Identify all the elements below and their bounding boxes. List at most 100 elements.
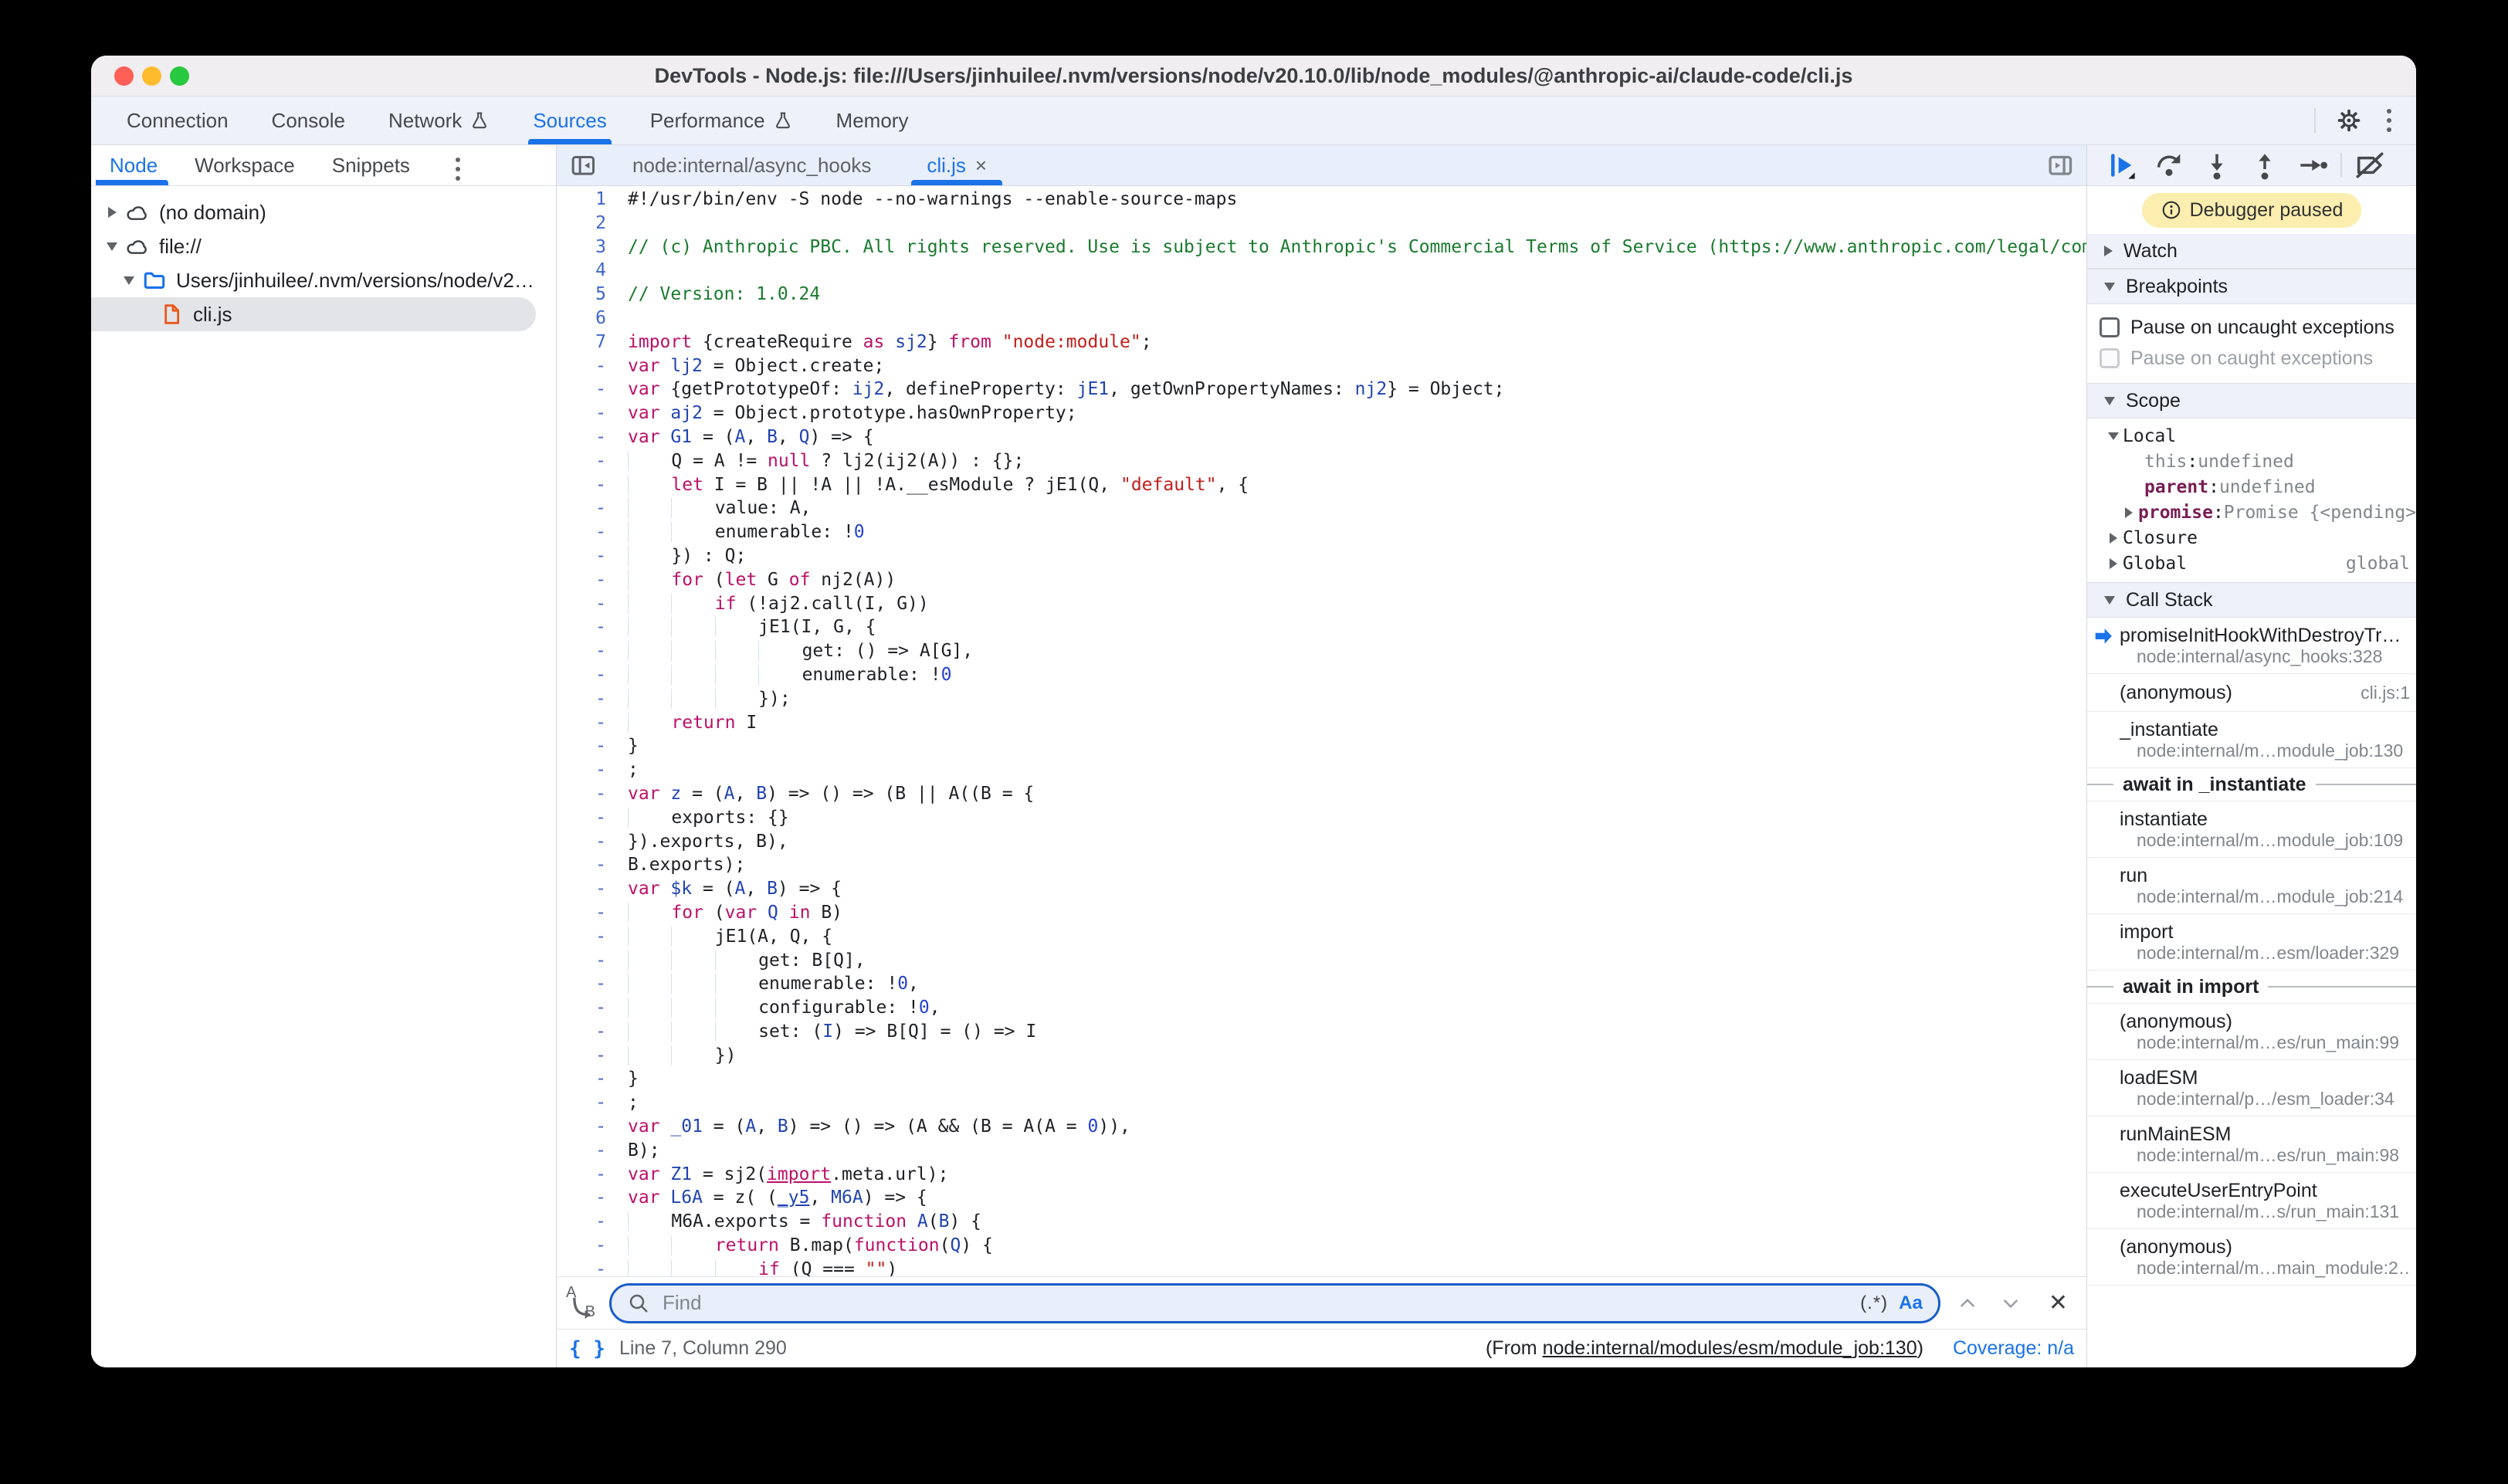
breakpoints-section-header[interactable]: Breakpoints [2087, 269, 2416, 304]
line-gutter[interactable]: - [557, 496, 628, 520]
zoom-window-button[interactable] [170, 66, 189, 86]
checkbox[interactable] [2100, 317, 2120, 337]
coverage-link[interactable]: Coverage: n/a [1953, 1337, 2074, 1360]
settings-gear-icon[interactable] [2336, 107, 2362, 134]
call-stack-frame[interactable]: instantiatenode:internal/m…module_job:10… [2087, 801, 2416, 858]
line-gutter[interactable]: - [557, 663, 628, 687]
collapsed-triangle-icon[interactable] [2104, 533, 2123, 544]
minimize-window-button[interactable] [142, 66, 161, 86]
line-gutter[interactable]: - [557, 853, 628, 877]
breakpoint-toggle-row[interactable]: Pause on caught exceptions [2087, 343, 2416, 374]
toolbar-tab-sources[interactable]: Sources [511, 97, 628, 144]
deactivate-breakpoints-icon[interactable] [2350, 148, 2390, 182]
tree-item-users-jinhuilee-nvm-versions-node-v2-[interactable]: Users/jinhuilee/.nvm/versions/node/v2… [91, 263, 556, 297]
line-gutter[interactable]: - [557, 830, 628, 854]
expanded-triangle-icon[interactable] [2104, 432, 2123, 440]
sidebar-tab-snippets[interactable]: Snippets [314, 145, 429, 185]
scope-row[interactable]: Globalglobal [2087, 551, 2416, 576]
line-gutter[interactable]: - [557, 639, 628, 663]
line-gutter[interactable]: - [557, 520, 628, 544]
line-gutter[interactable]: 2 [557, 212, 628, 235]
line-gutter[interactable]: - [557, 1186, 628, 1210]
line-gutter[interactable]: - [557, 949, 628, 973]
scope-row[interactable]: this: undefined [2087, 449, 2416, 474]
call-stack-frame[interactable]: (anonymous)node:internal/m…main_module:2… [2087, 1229, 2416, 1286]
line-gutter[interactable]: - [557, 378, 628, 401]
toolbar-tab-network[interactable]: Network [367, 97, 511, 144]
call-stack-frame[interactable]: executeUserEntryPointnode:internal/m…s/r… [2087, 1173, 2416, 1229]
collapsed-triangle-icon[interactable] [2104, 558, 2123, 569]
more-tabs-icon[interactable] [451, 153, 465, 185]
line-gutter[interactable]: 5 [557, 283, 628, 307]
line-gutter[interactable]: - [557, 734, 628, 758]
replace-toggle-icon[interactable]: AB [564, 1286, 598, 1321]
tree-item--no-domain-[interactable]: (no domain) [91, 195, 556, 229]
line-gutter[interactable]: - [557, 354, 628, 378]
call-stack-frame[interactable]: _instantiatenode:internal/m…module_job:1… [2087, 712, 2416, 768]
pretty-print-icon[interactable]: { } [569, 1337, 605, 1360]
line-gutter[interactable]: - [557, 1091, 628, 1115]
source-code-view[interactable]: 1#!/usr/bin/env -S node --no-warnings --… [557, 186, 2086, 1276]
find-previous-icon[interactable] [1951, 1293, 1984, 1313]
line-gutter[interactable]: 7 [557, 330, 628, 354]
line-gutter[interactable]: - [557, 972, 628, 996]
call-stack-frame[interactable]: (anonymous)node:internal/m…es/run_main:9… [2087, 1004, 2416, 1060]
call-stack-frame[interactable]: loadESMnode:internal/p…/esm_loader:34 [2087, 1060, 2416, 1116]
scope-row[interactable]: parent: undefined [2087, 474, 2416, 500]
close-tab-icon[interactable]: × [975, 154, 987, 178]
line-gutter[interactable]: - [557, 449, 628, 473]
watch-section-header[interactable]: Watch [2087, 234, 2416, 269]
line-gutter[interactable]: - [557, 544, 628, 568]
line-gutter[interactable]: - [557, 782, 628, 806]
line-gutter[interactable]: - [557, 1258, 628, 1276]
call-stack-frame[interactable]: runnode:internal/m…module_job:214 [2087, 858, 2416, 914]
find-input[interactable] [661, 1290, 1849, 1316]
find-next-icon[interactable] [1995, 1293, 2027, 1313]
match-case-toggle-button[interactable]: Aa [1899, 1293, 1923, 1314]
line-gutter[interactable]: - [557, 615, 628, 639]
step-out-icon[interactable] [2245, 148, 2285, 182]
line-gutter[interactable]: 6 [557, 307, 628, 330]
line-gutter[interactable]: - [557, 425, 628, 449]
step-into-icon[interactable] [2197, 148, 2237, 182]
regex-toggle-button[interactable]: (.*) [1860, 1293, 1888, 1314]
step-icon[interactable] [2293, 148, 2333, 182]
line-gutter[interactable]: - [557, 758, 628, 782]
toolbar-tab-connection[interactable]: Connection [105, 97, 250, 144]
scope-row[interactable]: Local [2087, 423, 2416, 449]
call-stack-section-header[interactable]: Call Stack [2087, 582, 2416, 618]
step-over-icon[interactable] [2149, 148, 2189, 182]
checkbox[interactable] [2100, 348, 2120, 368]
call-stack-frame[interactable]: runMainESMnode:internal/m…es/run_main:98 [2087, 1116, 2416, 1173]
line-gutter[interactable]: - [557, 711, 628, 735]
resume-script-icon[interactable] [2101, 148, 2141, 182]
line-gutter[interactable]: - [557, 592, 628, 616]
line-gutter[interactable]: - [557, 1139, 628, 1163]
breakpoint-toggle-row[interactable]: Pause on uncaught exceptions [2087, 312, 2416, 343]
expanded-triangle-icon[interactable] [102, 242, 122, 251]
line-gutter[interactable]: - [557, 1044, 628, 1068]
toggle-navigator-icon[interactable] [557, 145, 609, 185]
sidebar-tab-workspace[interactable]: Workspace [176, 145, 314, 185]
call-stack-frame[interactable]: (anonymous)cli.js:1 [2087, 674, 2416, 712]
line-gutter[interactable]: - [557, 1234, 628, 1258]
line-gutter[interactable]: - [557, 568, 628, 592]
line-gutter[interactable]: - [557, 806, 628, 830]
line-gutter[interactable]: - [557, 877, 628, 901]
line-gutter[interactable]: - [557, 473, 628, 497]
sidebar-tab-node[interactable]: Node [91, 145, 176, 185]
toolbar-tab-performance[interactable]: Performance [629, 97, 815, 144]
editor-tab-node-internal-async-hooks[interactable]: node:internal/async_hooks [609, 145, 903, 185]
more-options-icon[interactable] [2382, 104, 2396, 137]
tree-item-file-[interactable]: file:// [91, 229, 556, 263]
toolbar-tab-memory[interactable]: Memory [815, 97, 930, 144]
editor-tab-cli-js[interactable]: cli.js× [903, 145, 1010, 185]
toolbar-tab-console[interactable]: Console [250, 97, 367, 144]
line-gutter[interactable]: - [557, 1020, 628, 1044]
line-gutter[interactable]: - [557, 401, 628, 425]
collapsed-triangle-icon[interactable] [2120, 507, 2138, 518]
scope-row[interactable]: Closure [2087, 525, 2416, 551]
call-stack-frame[interactable]: importnode:internal/m…esm/loader:329 [2087, 914, 2416, 971]
line-gutter[interactable]: - [557, 1163, 628, 1187]
line-gutter[interactable]: - [557, 687, 628, 711]
